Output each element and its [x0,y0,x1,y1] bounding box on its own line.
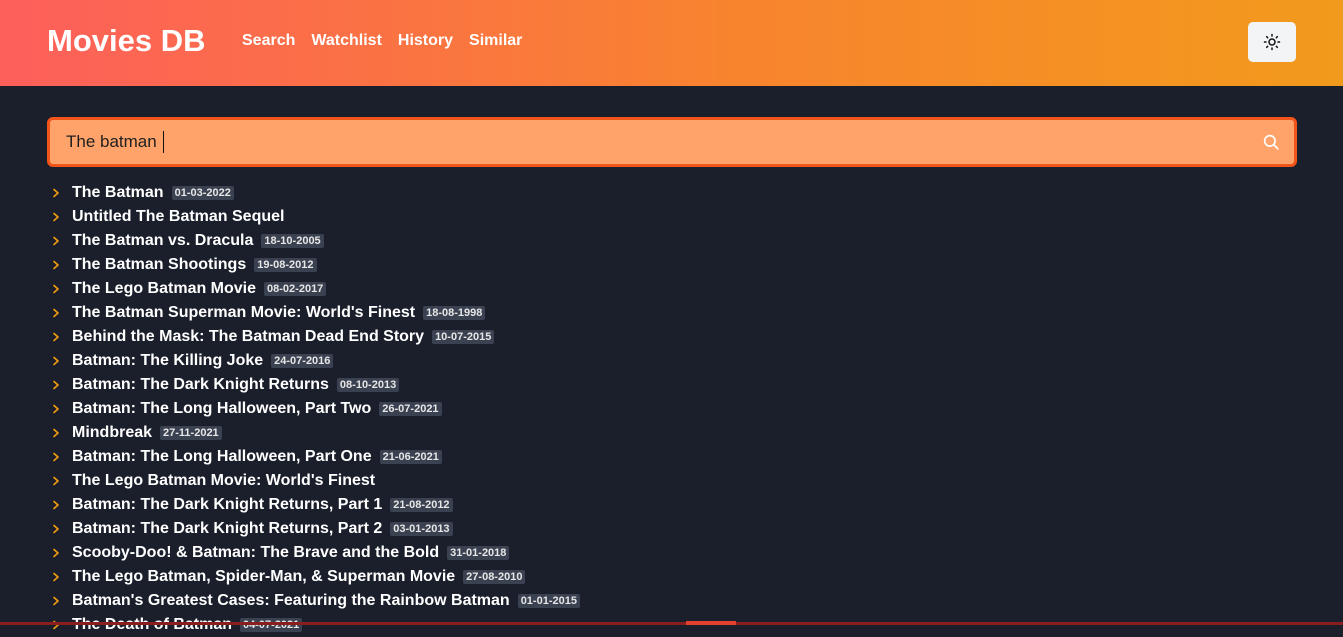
chevron-right-icon [52,548,72,558]
result-title[interactable]: Untitled The Batman Sequel [72,207,284,227]
chevron-right-icon [52,236,72,246]
search-input[interactable] [66,120,1246,164]
result-title[interactable]: Batman: The Dark Knight Returns, Part 2 [72,519,382,539]
result-title[interactable]: The Lego Batman, Spider-Man, & Superman … [72,567,455,587]
result-title[interactable]: The Death of Batman [72,615,232,635]
chevron-right-icon [52,332,72,342]
chevron-right-icon [52,260,72,270]
top-navbar: Movies DB Search Watchlist History Simil… [0,0,1343,86]
result-title[interactable]: Batman: The Dark Knight Returns [72,375,329,395]
release-date-badge: 27-11-2021 [160,426,222,440]
release-date-badge: 27-08-2010 [463,570,526,584]
result-item[interactable]: Batman: The Long Halloween, Part Two 26-0… [52,397,1292,421]
result-title[interactable]: The Lego Batman Movie [72,279,256,299]
result-item[interactable]: Mindbreak 27-11-2021 [52,421,1292,445]
release-date-badge: 08-02-2017 [264,282,327,296]
chevron-right-icon [52,380,72,390]
chevron-right-icon [52,284,72,294]
result-title[interactable]: Batman: The Dark Knight Returns, Part 1 [72,495,382,515]
result-item[interactable]: The Lego Batman Movie: World's Finest [52,469,1292,493]
chevron-right-icon [52,308,72,318]
chevron-right-icon [52,212,72,222]
result-title[interactable]: Batman's Greatest Cases: Featuring the R… [72,591,510,611]
bottom-accent [686,621,736,625]
chevron-right-icon [52,188,72,198]
result-title[interactable]: The Batman Shootings [72,255,246,275]
result-item[interactable]: Batman: The Killing Joke 24-07-2016 [52,349,1292,373]
result-item[interactable]: The Batman Shootings 19-08-2012 [52,253,1292,277]
result-item[interactable]: Batman's Greatest Cases: Featuring the R… [52,589,1292,613]
chevron-right-icon [52,524,72,534]
result-item[interactable]: Behind the Mask: The Batman Dead End Sto… [52,325,1292,349]
chevron-right-icon [52,452,72,462]
release-date-badge: 19-08-2012 [254,258,317,272]
app-title[interactable]: Movies DB [47,22,205,60]
result-item[interactable]: Batman: The Dark Knight Returns 08-10-201… [52,373,1292,397]
search-results-list: The Batman 01-03-2022 Untitled The Batman … [52,181,1292,637]
chevron-right-icon [52,572,72,582]
release-date-badge: 08-10-2013 [336,378,400,392]
result-title[interactable]: Behind the Mask: The Batman Dead End Sto… [72,327,424,347]
release-date-badge: 21-08-2012 [390,498,453,512]
result-title[interactable]: The Batman vs. Dracula [72,231,253,251]
release-date-badge: 24-07-2016 [271,354,334,368]
result-item[interactable]: Batman: The Dark Knight Returns, Part 2 0… [52,517,1292,541]
result-item[interactable]: Batman: The Dark Knight Returns, Part 1 2… [52,493,1292,517]
result-title[interactable]: The Batman [72,183,164,203]
result-title[interactable]: Batman: The Killing Joke [72,351,263,371]
release-date-badge: 10-07-2015 [432,330,495,344]
release-date-badge: 01-03-2022 [171,186,234,200]
chevron-right-icon [52,500,72,510]
chevron-right-icon [52,476,72,486]
chevron-right-icon [52,404,72,414]
result-item[interactable]: The Batman 01-03-2022 [52,181,1292,205]
nav-link-similar[interactable]: Similar [469,31,522,51]
search-icon[interactable] [1262,133,1280,151]
chevron-right-icon [52,356,72,366]
main-nav: Search Watchlist History Similar [242,31,538,51]
nav-link-watchlist[interactable]: Watchlist [311,31,382,51]
release-date-badge: 26-07-2021 [379,402,442,416]
result-item[interactable]: The Lego Batman, Spider-Man, & Superman … [52,565,1292,589]
release-date-badge: 21-06-2021 [379,450,442,464]
text-caret [163,131,164,153]
result-title[interactable]: Mindbreak [72,423,152,443]
result-item[interactable]: The Lego Batman Movie 08-02-2017 [52,277,1292,301]
chevron-right-icon [52,596,72,606]
result-item[interactable]: Batman: The Long Halloween, Part One 21-0… [52,445,1292,469]
result-title[interactable]: Batman: The Long Halloween, Part One [72,447,372,467]
result-title[interactable]: Batman: The Long Halloween, Part Two [72,399,371,419]
release-date-badge: 03-01-2013 [390,522,453,536]
nav-link-search[interactable]: Search [242,31,295,51]
release-date-badge: 18-08-1998 [423,306,486,320]
release-date-badge: 18-10-2005 [261,234,324,248]
sun-icon [1263,33,1281,51]
result-title[interactable]: The Batman Superman Movie: World's Fines… [72,303,415,323]
result-item[interactable]: The Batman Superman Movie: World's Fines… [52,301,1292,325]
chevron-right-icon [52,428,72,438]
result-title[interactable]: Scooby-Doo! & Batman: The Brave and the … [72,543,439,563]
search-bar [47,117,1297,167]
release-date-badge: 31-01-2018 [447,546,510,560]
nav-link-history[interactable]: History [398,31,453,51]
theme-toggle-button[interactable] [1248,22,1296,62]
release-date-badge: 04-07-2021 [240,618,303,632]
release-date-badge: 01-01-2015 [517,594,580,608]
result-title[interactable]: The Lego Batman Movie: World's Finest [72,471,375,491]
result-item[interactable]: Scooby-Doo! & Batman: The Brave and the … [52,541,1292,565]
result-item[interactable]: Untitled The Batman Sequel [52,205,1292,229]
result-item[interactable]: The Death of Batman 04-07-2021 [52,613,1292,637]
result-item[interactable]: The Batman vs. Dracula 18-10-2005 [52,229,1292,253]
